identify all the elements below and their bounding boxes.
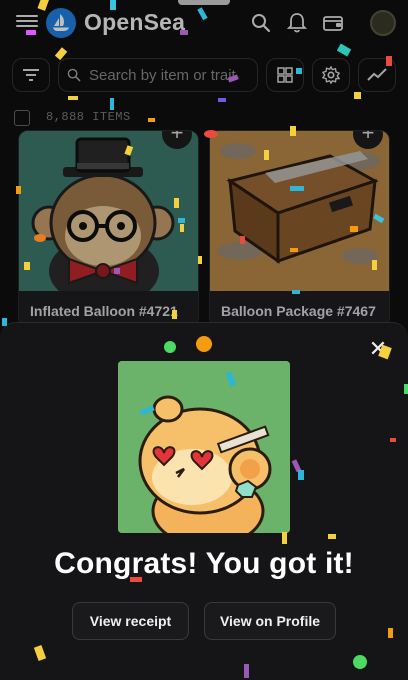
success-heading: Congrats! You got it!	[54, 547, 354, 580]
view-on-profile-button[interactable]: View on Profile	[204, 602, 336, 640]
purchase-success-sheet: ✕ Congrats! You got it! View receipt Vie…	[0, 322, 408, 680]
purchased-nft-image	[118, 361, 290, 533]
app-root: OpenSea 8,888 ITEMS	[0, 0, 408, 680]
view-receipt-button[interactable]: View receipt	[72, 602, 189, 640]
close-icon[interactable]: ✕	[368, 338, 388, 360]
